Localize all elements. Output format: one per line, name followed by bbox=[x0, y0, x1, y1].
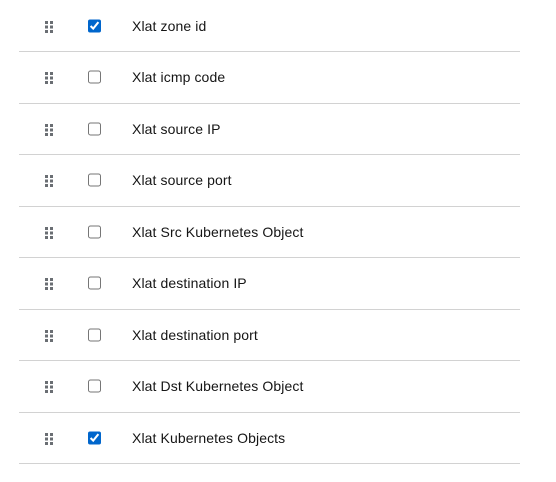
column-label: Xlat source port bbox=[132, 172, 232, 189]
column-row: Xlat destination port bbox=[19, 310, 520, 361]
column-row: Xlat Dst Kubernetes Object bbox=[19, 361, 520, 413]
column-row: Xlat icmp code bbox=[19, 52, 520, 104]
drag-handle-icon[interactable] bbox=[45, 380, 53, 394]
drag-handle-icon[interactable] bbox=[45, 277, 53, 291]
drag-handle-icon[interactable] bbox=[45, 174, 53, 188]
column-checkbox[interactable] bbox=[88, 173, 101, 187]
column-checkbox[interactable] bbox=[88, 431, 101, 445]
column-row: Xlat destination IP bbox=[19, 258, 520, 310]
column-checkbox[interactable] bbox=[88, 225, 101, 239]
column-checkbox[interactable] bbox=[88, 379, 101, 393]
column-label: Xlat destination IP bbox=[132, 275, 247, 292]
drag-handle-icon[interactable] bbox=[45, 226, 53, 239]
column-row: Xlat Src Kubernetes Object bbox=[19, 207, 520, 258]
column-label: Xlat source IP bbox=[132, 120, 221, 137]
column-row: Xlat source IP bbox=[19, 104, 520, 155]
column-row: Xlat zone id bbox=[19, 0, 520, 52]
drag-handle-icon[interactable] bbox=[45, 329, 53, 342]
column-label: Xlat destination port bbox=[132, 326, 258, 343]
column-label: Xlat zone id bbox=[132, 17, 207, 34]
column-checkbox[interactable] bbox=[88, 19, 101, 32]
column-label: Xlat icmp code bbox=[132, 69, 226, 86]
column-list: Xlat zone id Xlat icmp code Xlat source … bbox=[19, 0, 520, 464]
column-checkbox[interactable] bbox=[88, 70, 101, 84]
column-checkbox[interactable] bbox=[88, 122, 101, 136]
drag-handle-icon[interactable] bbox=[45, 123, 53, 136]
drag-handle-icon[interactable] bbox=[45, 71, 53, 85]
column-label: Xlat Dst Kubernetes Object bbox=[132, 378, 304, 395]
column-checkbox[interactable] bbox=[88, 328, 101, 342]
column-checkbox[interactable] bbox=[88, 276, 101, 290]
column-row: Xlat source port bbox=[19, 155, 520, 207]
column-row: Xlat Kubernetes Objects bbox=[19, 413, 520, 464]
column-label: Xlat Kubernetes Objects bbox=[132, 429, 286, 446]
drag-handle-icon[interactable] bbox=[45, 432, 53, 445]
column-label: Xlat Src Kubernetes Object bbox=[132, 223, 304, 240]
drag-handle-icon[interactable] bbox=[45, 20, 53, 33]
